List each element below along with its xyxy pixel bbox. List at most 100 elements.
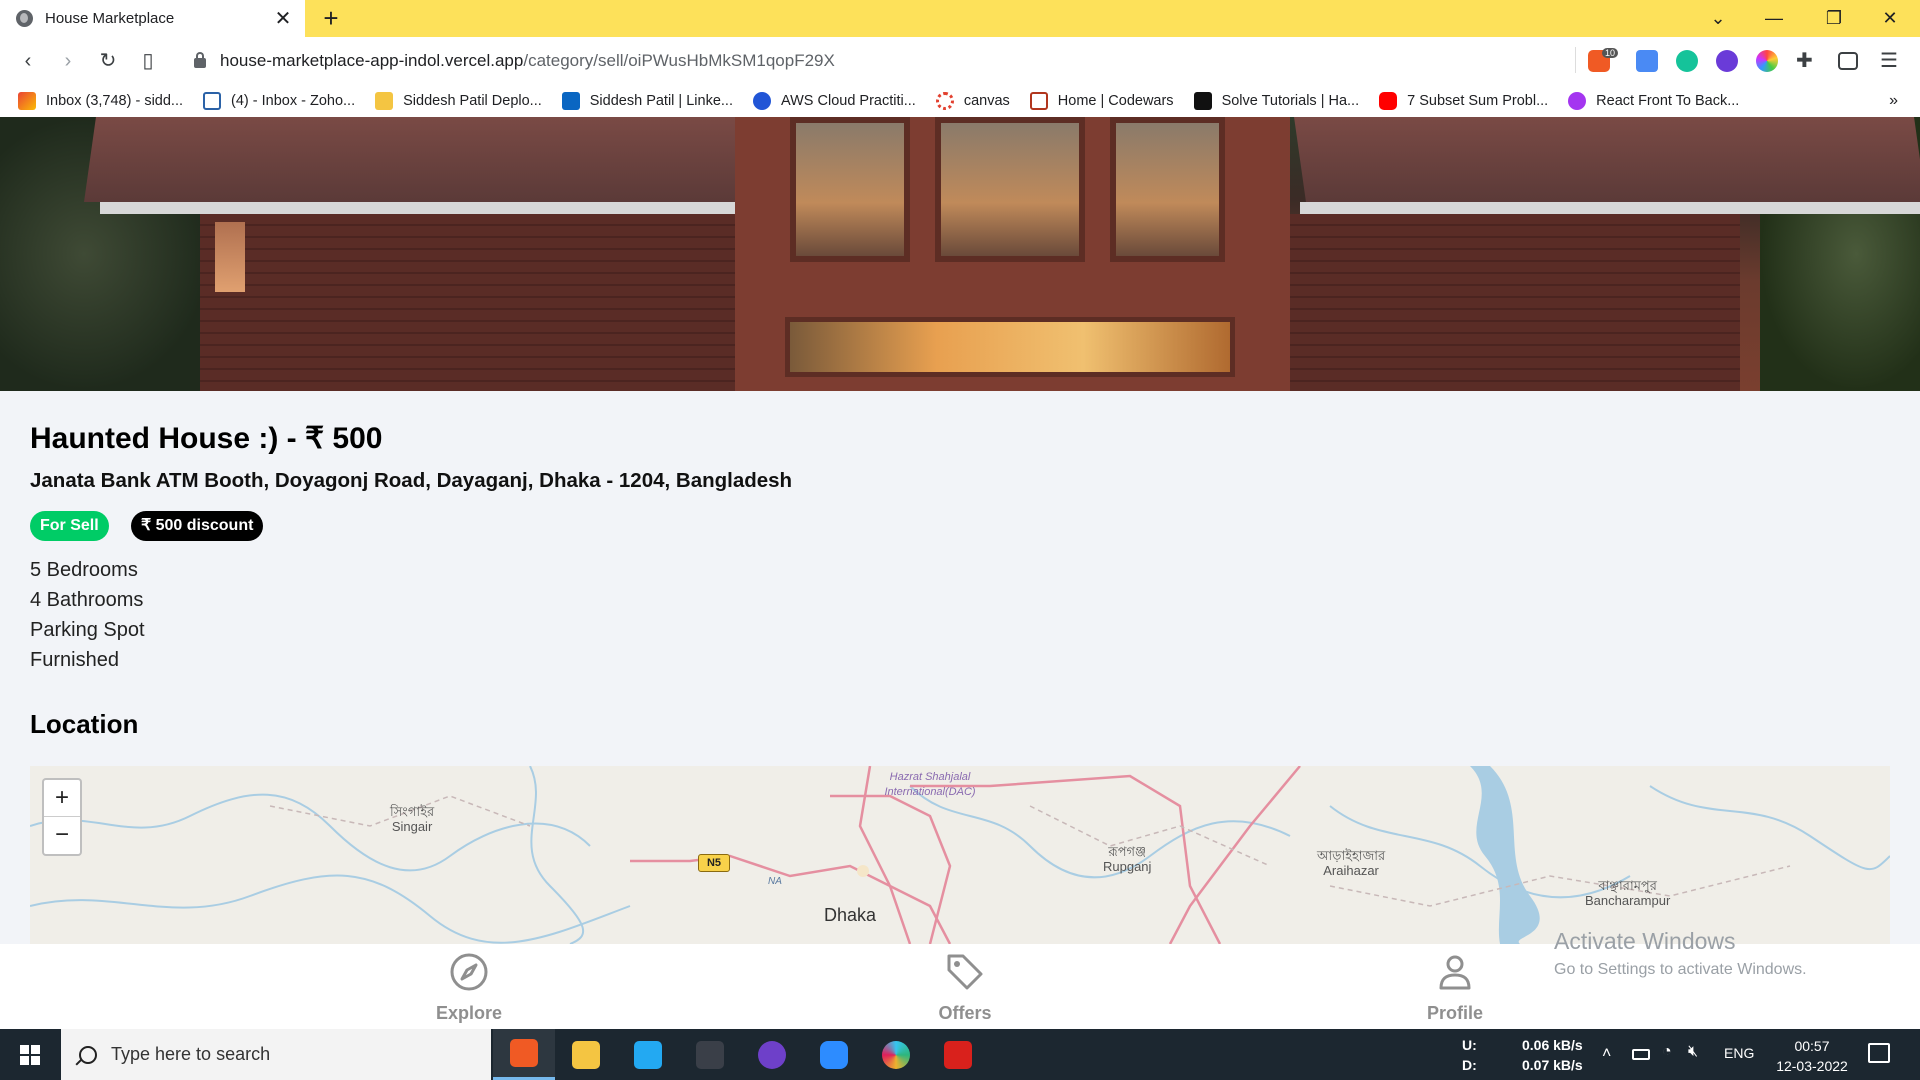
tab-search-chevron-icon[interactable]: ⌄ bbox=[1690, 0, 1746, 37]
person-icon bbox=[1439, 955, 1471, 990]
language-indicator[interactable]: ENG bbox=[1724, 1045, 1754, 1080]
wifi-icon[interactable]: ◔ bbox=[1662, 1043, 1672, 1080]
wall-left bbox=[200, 214, 740, 391]
road bbox=[630, 854, 952, 944]
folder-icon bbox=[572, 1040, 600, 1069]
taskbar-file-explorer[interactable] bbox=[555, 1029, 617, 1080]
divider bbox=[1575, 47, 1576, 73]
upload-label: U: bbox=[1462, 1037, 1477, 1053]
river bbox=[529, 766, 585, 944]
map-label-araihazar: আড়াইহাজার Araihazar bbox=[1317, 848, 1386, 878]
bookmarks-bar: Inbox (3,748) - sidd... (4) - Inbox - Zo… bbox=[0, 84, 1920, 117]
youtube-icon bbox=[1379, 91, 1398, 110]
back-icon[interactable]: ‹ bbox=[14, 47, 42, 75]
slack-icon bbox=[882, 1040, 910, 1069]
lower-window bbox=[785, 317, 1235, 377]
nav-profile-label: Profile bbox=[1426, 1003, 1483, 1023]
app-icon bbox=[696, 1040, 724, 1069]
bookmark-linkedin[interactable]: Siddesh Patil | Linke... bbox=[561, 91, 733, 110]
zoom-out-button[interactable]: − bbox=[44, 817, 80, 854]
color-picker-icon[interactable] bbox=[1756, 50, 1778, 72]
taskbar-vscode[interactable] bbox=[617, 1029, 679, 1080]
taskbar-app-dark[interactable] bbox=[679, 1029, 741, 1080]
map-label-bancharampur: বাঞ্ছারামপুর Bancharampur bbox=[1585, 878, 1671, 908]
extension-camera-icon[interactable] bbox=[1716, 50, 1738, 72]
close-tab-icon[interactable]: ✕ bbox=[269, 6, 297, 31]
bookmark-hackerrank[interactable]: Solve Tutorials | Ha... bbox=[1193, 91, 1359, 110]
minimize-button[interactable]: — bbox=[1746, 0, 1802, 37]
gutter-right bbox=[1300, 202, 1920, 214]
windows-taskbar: Type here to search U: 0.06 kB/s D: 0.07 k… bbox=[0, 1029, 1920, 1080]
nav-explore-label: Explore bbox=[435, 1003, 503, 1023]
browser-tab-active[interactable]: House Marketplace ✕ bbox=[0, 0, 305, 37]
road bbox=[910, 774, 1222, 944]
watermark-line1: Activate Windows bbox=[1554, 928, 1736, 954]
feature-parking: Parking Spot bbox=[30, 619, 145, 641]
bookmark-icon[interactable]: ▯ bbox=[134, 47, 162, 75]
zoom-icon bbox=[820, 1040, 848, 1069]
nav-profile[interactable]: Profile bbox=[1385, 952, 1525, 1024]
nav-offers-label: Offers bbox=[938, 1003, 992, 1023]
forward-icon[interactable]: › bbox=[54, 47, 82, 75]
browser-tab-strip: House Marketplace ✕ + ⌄ — ❐ ✕ bbox=[0, 0, 1920, 37]
upper-window bbox=[790, 117, 910, 262]
bookmark-codewars[interactable]: Home | Codewars bbox=[1029, 91, 1174, 110]
map-label-na: NA bbox=[768, 876, 782, 887]
linkedin-icon bbox=[561, 91, 580, 110]
nav-explore[interactable]: Explore bbox=[399, 952, 539, 1024]
grammarly-icon[interactable] bbox=[1676, 50, 1698, 72]
bookmark-zoho[interactable]: (4) - Inbox - Zoho... bbox=[203, 91, 355, 110]
taskbar-github[interactable] bbox=[741, 1029, 803, 1080]
taskbar-clock[interactable]: 00:57 12-03-2022 bbox=[1757, 1036, 1867, 1076]
more-bookmarks-icon[interactable]: » bbox=[1889, 92, 1898, 110]
features-list: 5 Bedrooms 4 Bathrooms Parking Spot Furn… bbox=[30, 555, 145, 675]
bookmark-udemy[interactable]: React Front To Back... bbox=[1568, 91, 1739, 110]
taskbar-slack[interactable] bbox=[865, 1029, 927, 1080]
listing-title: Haunted House :) - ₹ 500 bbox=[30, 422, 383, 455]
vscode-icon bbox=[634, 1040, 662, 1069]
bookmark-canvas[interactable]: canvas bbox=[935, 91, 1010, 110]
menu-icon[interactable]: ☰ bbox=[1880, 50, 1902, 72]
bookmark-aws[interactable]: AWS Cloud Practiti... bbox=[752, 91, 916, 110]
extensions-puzzle-icon[interactable]: ✚ bbox=[1796, 50, 1818, 72]
river bbox=[30, 874, 631, 944]
battery-icon[interactable] bbox=[1632, 1049, 1650, 1060]
river-main bbox=[1470, 766, 1540, 944]
nav-offers[interactable]: Offers bbox=[895, 952, 1035, 1024]
upper-window bbox=[1110, 117, 1225, 262]
volume-muted-icon[interactable]: 🔇︎ bbox=[1688, 1043, 1698, 1080]
url-text: house-marketplace-app-indol.vercel.app/c… bbox=[220, 50, 835, 70]
restore-button[interactable]: ❐ bbox=[1806, 0, 1862, 37]
url-bar[interactable]: house-marketplace-app-indol.vercel.app/c… bbox=[172, 43, 1572, 78]
taskbar-brave[interactable] bbox=[493, 1029, 555, 1080]
notification-icon[interactable] bbox=[1868, 1043, 1890, 1063]
zoom-in-button[interactable]: + bbox=[44, 780, 80, 817]
wallet-icon[interactable] bbox=[1838, 52, 1858, 70]
bookmark-folder[interactable]: Siddesh Patil Deplo... bbox=[375, 91, 542, 110]
brave-icon bbox=[510, 1039, 538, 1067]
taskbar-search-placeholder: Type here to search bbox=[111, 1044, 271, 1064]
listing-address: Janata Bank ATM Booth, Doyagonj Road, Da… bbox=[30, 469, 793, 492]
road-n5-badge: N5 bbox=[698, 854, 730, 872]
city-area bbox=[857, 865, 869, 877]
location-map[interactable]: + − N5 সিংগাইর Singair Hazrat Shahjalal I… bbox=[30, 766, 1890, 944]
roof-right bbox=[1294, 117, 1920, 202]
bookmark-gmail[interactable]: Inbox (3,748) - sidd... bbox=[18, 91, 183, 110]
listing-hero-image bbox=[0, 117, 1920, 391]
taskbar-acrobat[interactable] bbox=[927, 1029, 989, 1080]
new-tab-button[interactable]: + bbox=[316, 3, 346, 34]
translate-icon[interactable] bbox=[1636, 50, 1658, 72]
close-window-button[interactable]: ✕ bbox=[1862, 0, 1918, 37]
zoho-mail-icon bbox=[203, 91, 222, 110]
taskbar-zoom[interactable] bbox=[803, 1029, 865, 1080]
bookmark-youtube[interactable]: 7 Subset Sum Probl... bbox=[1379, 91, 1548, 110]
location-heading: Location bbox=[30, 709, 139, 739]
upper-window bbox=[935, 117, 1085, 262]
shield-count-badge: 10 bbox=[1602, 48, 1619, 58]
taskbar-search-input[interactable]: Type here to search bbox=[61, 1029, 491, 1080]
acrobat-icon bbox=[944, 1040, 972, 1069]
tray-chevron-icon[interactable]: ˄ bbox=[1602, 1045, 1611, 1080]
windows-start-icon[interactable] bbox=[20, 1045, 40, 1065]
browser-toolbar: ‹ › ↻ ▯ house-marketplace-app-indol.verc… bbox=[0, 37, 1920, 84]
reload-icon[interactable]: ↻ bbox=[94, 47, 122, 75]
